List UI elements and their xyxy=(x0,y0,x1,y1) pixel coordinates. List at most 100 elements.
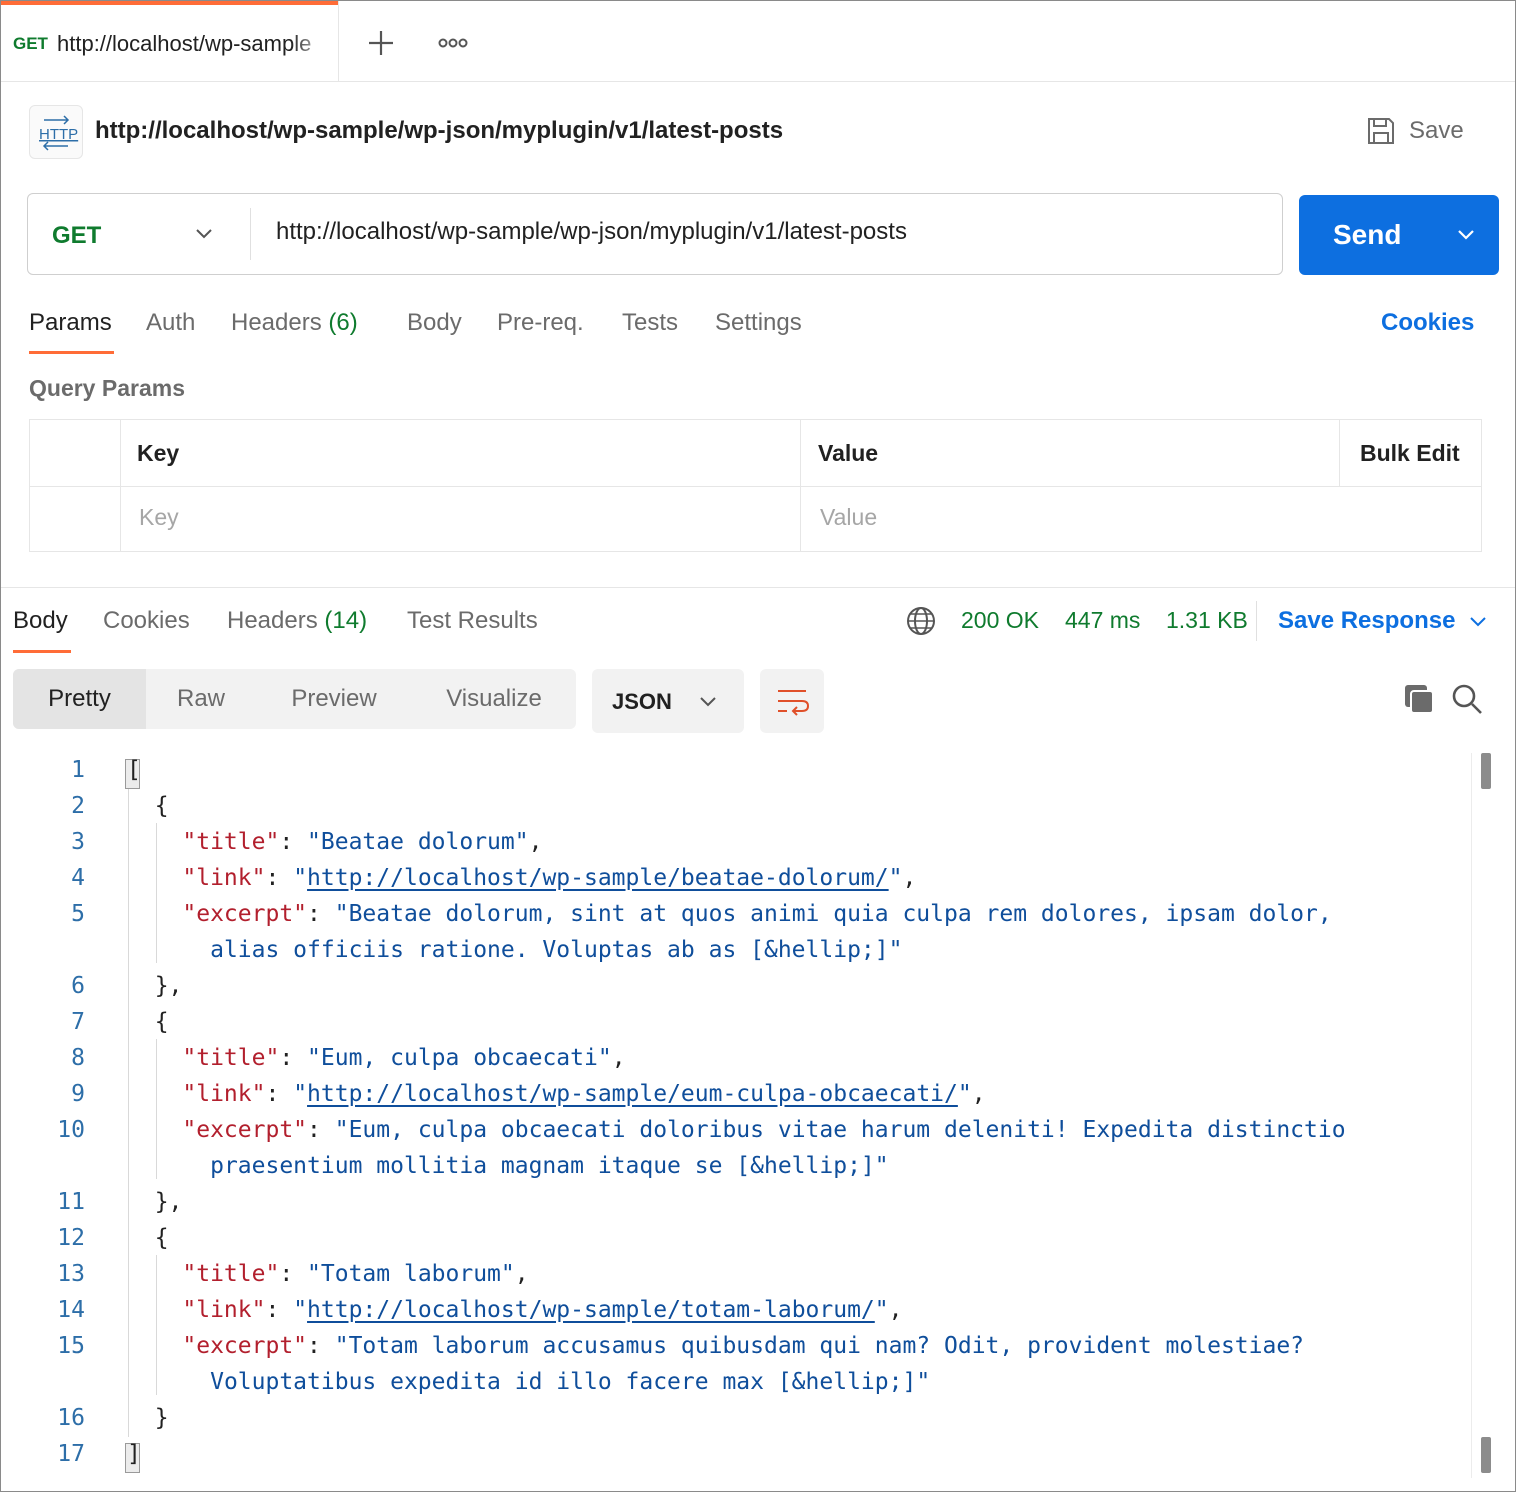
line-number: 14 xyxy=(57,1297,85,1323)
more-icon xyxy=(438,38,468,48)
url-input[interactable]: http://localhost/wp-sample/wp-json/myplu… xyxy=(276,218,907,246)
line-number: 5 xyxy=(71,901,85,927)
plus-icon xyxy=(369,31,393,55)
body-tab-underline xyxy=(13,650,71,653)
active-tab-indicator xyxy=(1,1,338,5)
code-line: "title": "Eum, culpa obcaecati", xyxy=(182,1045,626,1071)
json-title-value: Beatae dolorum xyxy=(320,829,515,855)
code-line: Voluptatibus expedita id illo facere max… xyxy=(210,1369,931,1395)
response-size[interactable]: 1.31 KB xyxy=(1166,607,1248,634)
tab-method-badge: GET xyxy=(13,34,48,53)
status-code[interactable]: 200 OK xyxy=(961,607,1039,634)
new-tab-button[interactable] xyxy=(363,25,399,61)
key-input[interactable]: Key xyxy=(139,504,179,531)
json-excerpt-value: praesentium mollitia magnam itaque se [&… xyxy=(210,1153,875,1179)
view-visualize[interactable]: Visualize xyxy=(431,669,557,729)
url-bar: GET http://localhost/wp-sample/wp-json/m… xyxy=(27,193,1283,275)
line-number: 1 xyxy=(71,757,85,783)
more-tabs-button[interactable] xyxy=(431,31,475,55)
line-number: 13 xyxy=(57,1261,85,1287)
line-number: 17 xyxy=(57,1441,85,1467)
line-number: 6 xyxy=(71,973,85,999)
tab-auth[interactable]: Auth xyxy=(146,309,195,337)
response-tab-body[interactable]: Body xyxy=(13,607,68,635)
tab-params[interactable]: Params xyxy=(29,309,112,337)
response-headers-label: Headers xyxy=(227,607,318,634)
chevron-down-icon[interactable] xyxy=(1468,615,1488,629)
format-label: JSON xyxy=(612,689,672,714)
response-body-editor[interactable]: 1 2 3 4 5 6 7 8 9 10 11 12 13 14 15 16 1… xyxy=(1,753,1471,1473)
column-divider xyxy=(800,420,801,551)
view-pretty[interactable]: Pretty xyxy=(13,669,146,729)
json-link[interactable]: http://localhost/wp-sample/eum-culpa-obc… xyxy=(307,1081,958,1107)
json-excerpt-value: Totam laborum accusamus quibusdam qui na… xyxy=(348,1333,1305,1359)
save-button[interactable]: Save xyxy=(1365,111,1464,151)
column-divider xyxy=(1339,420,1340,486)
save-response-button[interactable]: Save Response xyxy=(1278,607,1455,635)
code-line: "excerpt": "Eum, culpa obcaecati dolorib… xyxy=(182,1117,1346,1143)
tab-headers-count: (6) xyxy=(328,309,358,336)
wrap-lines-button[interactable] xyxy=(760,669,824,733)
tab-title-fade xyxy=(291,21,331,61)
view-mode-selector: Pretty Raw Preview Visualize xyxy=(13,669,576,729)
line-number: 4 xyxy=(71,865,85,891)
view-raw[interactable]: Raw xyxy=(153,669,249,729)
tab-settings[interactable]: Settings xyxy=(715,309,802,337)
response-tab-cookies[interactable]: Cookies xyxy=(103,607,190,635)
json-link[interactable]: http://localhost/wp-sample/beatae-doloru… xyxy=(307,865,889,891)
scrollbar-thumb[interactable] xyxy=(1481,753,1491,789)
value-input[interactable]: Value xyxy=(820,504,877,531)
code-line: "link": "http://localhost/wp-sample/tota… xyxy=(182,1297,903,1323)
line-number: 7 xyxy=(71,1009,85,1035)
tab-title: http://localhost/wp-sample xyxy=(57,31,312,56)
json-link[interactable]: http://localhost/wp-sample/totam-laborum… xyxy=(307,1297,875,1323)
code-line: "excerpt": "Beatae dolorum, sint at quos… xyxy=(182,901,1332,927)
line-number: 16 xyxy=(57,1405,85,1431)
code-line: "excerpt": "Totam laborum accusamus quib… xyxy=(182,1333,1305,1359)
response-tab-test-results[interactable]: Test Results xyxy=(407,607,538,635)
wrap-icon xyxy=(778,690,810,716)
save-icon xyxy=(1368,118,1394,144)
response-tab-headers[interactable]: Headers (14) xyxy=(227,607,367,635)
scrollbar-thumb[interactable] xyxy=(1481,1437,1491,1473)
tab-tests[interactable]: Tests xyxy=(622,309,678,337)
tab-body[interactable]: Body xyxy=(407,309,462,337)
code-line: "title": "Totam laborum", xyxy=(182,1261,529,1287)
view-preview[interactable]: Preview xyxy=(275,669,393,729)
json-excerpt-value: Voluptatibus expedita id illo facere max… xyxy=(210,1369,917,1395)
line-number: 9 xyxy=(71,1081,85,1107)
bulk-edit-button[interactable]: Bulk Edit xyxy=(1360,440,1460,467)
code-line: praesentium mollitia magnam itaque se [&… xyxy=(210,1153,889,1179)
request-tab[interactable]: GET http://localhost/wp-sample xyxy=(1,1,339,81)
format-select[interactable]: JSON xyxy=(592,669,744,733)
chevron-down-icon xyxy=(196,229,212,239)
cookies-link[interactable]: Cookies xyxy=(1381,309,1474,337)
key-column-header: Key xyxy=(137,440,180,466)
tab-headers[interactable]: Headers (6) xyxy=(231,309,358,337)
scrollbar-track[interactable] xyxy=(1471,753,1472,1478)
save-label: Save xyxy=(1409,117,1464,144)
line-number: 10 xyxy=(57,1117,85,1143)
code-line: "title": "Beatae dolorum", xyxy=(182,829,543,855)
request-title[interactable]: http://localhost/wp-sample/wp-json/myplu… xyxy=(95,117,783,145)
globe-icon[interactable] xyxy=(905,605,937,637)
send-label: Send xyxy=(1333,219,1402,250)
response-divider[interactable] xyxy=(1,587,1515,588)
search-button[interactable] xyxy=(1449,681,1485,717)
url-divider xyxy=(250,208,251,260)
chevron-down-icon[interactable] xyxy=(1455,227,1477,243)
code-line: { xyxy=(127,793,169,819)
value-column-header: Value xyxy=(818,440,879,466)
response-time[interactable]: 447 ms xyxy=(1065,607,1140,634)
method-select[interactable]: GET xyxy=(28,194,250,273)
tab-bar: GET http://localhost/wp-sample xyxy=(1,1,1515,82)
query-params-title: Query Params xyxy=(29,375,185,401)
copy-button[interactable] xyxy=(1401,681,1437,717)
json-title-value: Totam laborum xyxy=(320,1261,501,1287)
tab-prereq[interactable]: Pre-req. xyxy=(497,309,584,337)
code-line: ] xyxy=(127,1441,141,1467)
query-params-table: Key Value Bulk Edit Key Value xyxy=(29,419,1482,552)
svg-text:HTTP: HTTP xyxy=(39,126,78,143)
send-button[interactable]: Send xyxy=(1299,195,1499,275)
code-line: { xyxy=(127,1009,169,1035)
